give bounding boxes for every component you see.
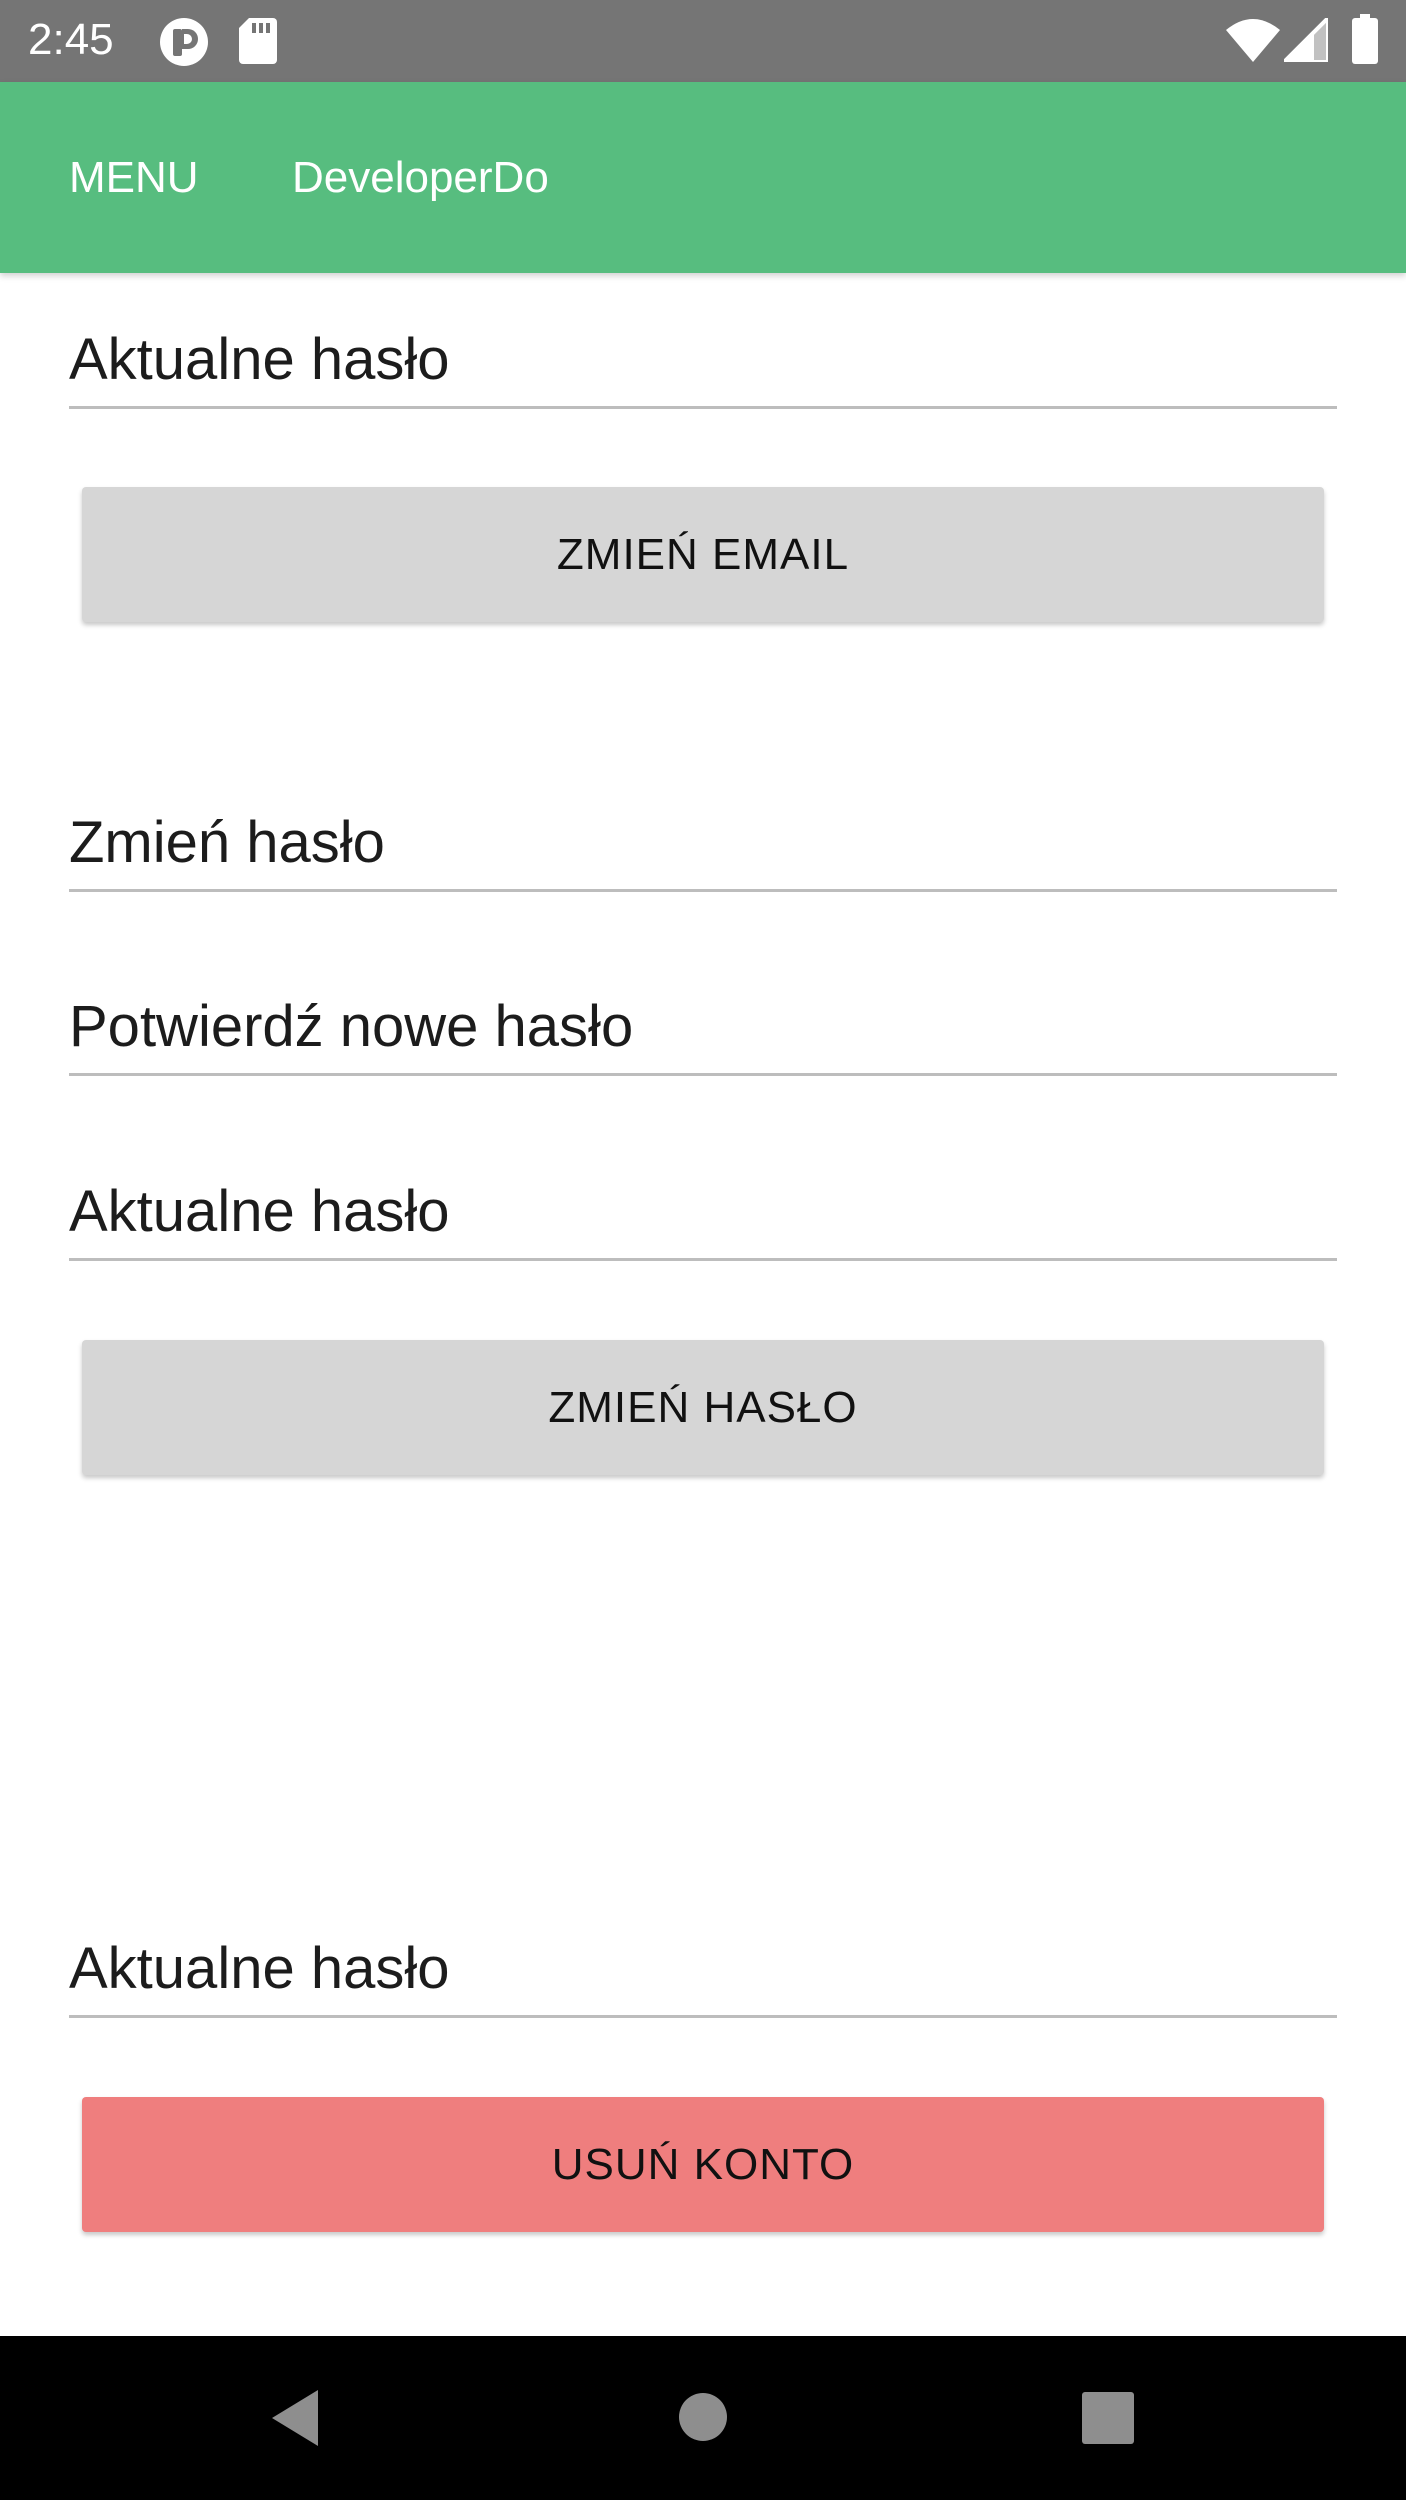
- delete-account-button[interactable]: USUŃ KONTO: [82, 2097, 1324, 2232]
- password-current-password-input[interactable]: [69, 1176, 1337, 1248]
- delete-current-password-input[interactable]: [69, 1933, 1337, 2005]
- email-current-password-field[interactable]: [69, 316, 1337, 409]
- new-password-field[interactable]: [69, 799, 1337, 892]
- home-icon[interactable]: [678, 2392, 728, 2442]
- app-bar: MENU DeveloperDo: [0, 82, 1406, 273]
- signal-icon: [1284, 18, 1328, 62]
- email-current-password-input[interactable]: [69, 324, 1337, 396]
- password-current-password-field[interactable]: [69, 1168, 1337, 1261]
- status-time: 2:45: [28, 15, 114, 64]
- menu-button[interactable]: MENU: [69, 148, 199, 208]
- delete-current-password-field[interactable]: [69, 1925, 1337, 2018]
- notification-icon: [160, 18, 208, 66]
- wifi-icon: [1226, 19, 1280, 62]
- sd-card-icon: [239, 18, 277, 64]
- back-icon[interactable]: [268, 2388, 324, 2448]
- change-password-button[interactable]: ZMIEŃ HASŁO: [82, 1340, 1324, 1475]
- new-password-input[interactable]: [69, 807, 1337, 879]
- confirm-password-field[interactable]: [69, 983, 1337, 1076]
- change-email-button[interactable]: ZMIEŃ EMAIL: [82, 487, 1324, 622]
- status-bar: 2:45: [0, 0, 1406, 82]
- navigation-bar: [0, 2336, 1406, 2500]
- recents-icon[interactable]: [1082, 2392, 1134, 2444]
- battery-icon: [1352, 14, 1378, 64]
- confirm-password-input[interactable]: [69, 991, 1337, 1063]
- app-title: DeveloperDo: [292, 153, 549, 202]
